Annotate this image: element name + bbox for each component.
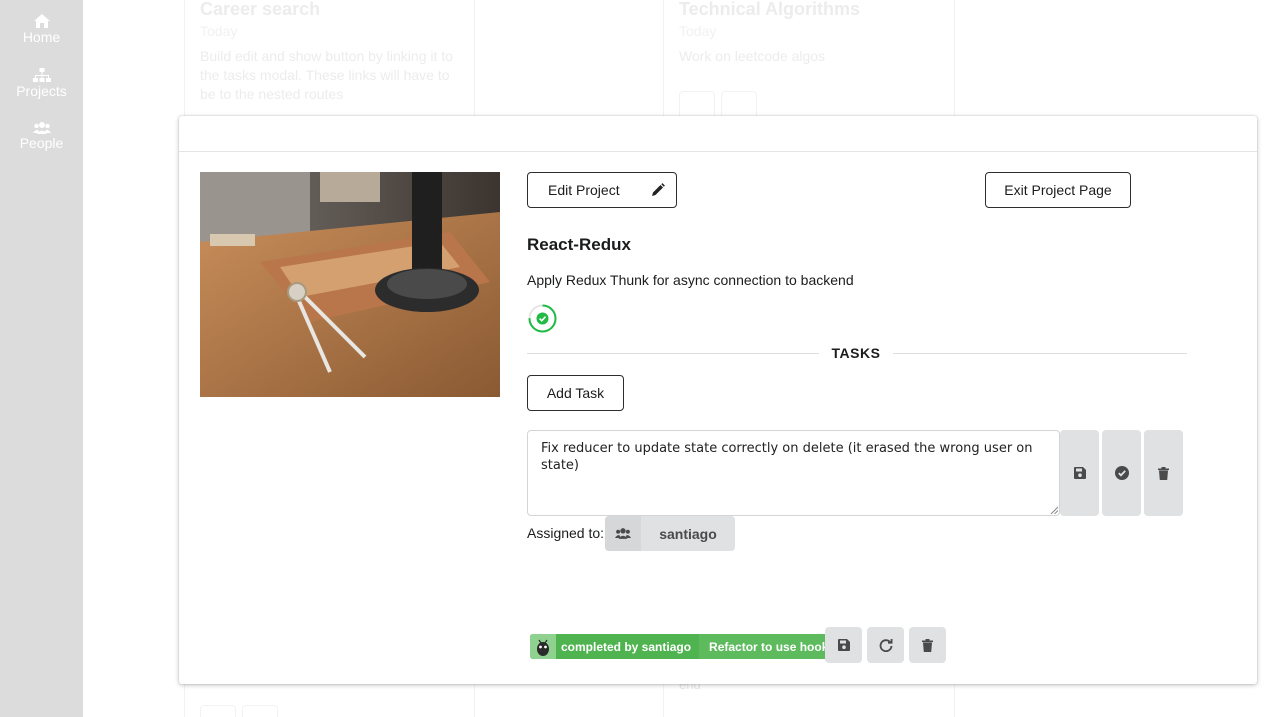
card-date: Today xyxy=(679,23,717,39)
redo-task-button[interactable] xyxy=(867,627,904,663)
complete-task-button[interactable] xyxy=(1102,430,1141,516)
card-delete-button[interactable] xyxy=(242,705,278,717)
sidebar-item-projects[interactable]: Projects xyxy=(0,68,83,99)
task-description-input[interactable]: Fix reducer to update state correctly on… xyxy=(527,430,1060,516)
card-description: Build edit and show button by linking it… xyxy=(200,48,453,102)
divider xyxy=(893,353,1187,354)
divider xyxy=(527,353,819,354)
edit-project-label: Edit Project xyxy=(548,182,620,198)
users-icon xyxy=(605,516,641,551)
home-icon xyxy=(33,14,50,28)
save-completed-task-button[interactable] xyxy=(825,627,862,663)
project-title: React-Redux xyxy=(527,235,631,254)
tasks-heading: TASKS xyxy=(831,345,881,361)
edit-project-button[interactable]: Edit Project xyxy=(527,172,677,208)
sidebar-item-label: People xyxy=(19,135,64,151)
sidebar: Home Projects People xyxy=(0,0,83,717)
project-description: Apply Redux Thunk for async connection t… xyxy=(527,272,854,288)
sidebar-item-label: Home xyxy=(22,29,61,45)
delete-completed-task-button[interactable] xyxy=(909,627,946,663)
completed-task-label: completed by santiago Refactor to use ho… xyxy=(530,634,846,659)
trash-icon xyxy=(1158,466,1169,480)
project-modal: Edit Project Exit Project Page React-Red… xyxy=(179,116,1257,684)
add-task-button[interactable]: Add Task xyxy=(527,375,624,411)
save-icon xyxy=(837,639,850,651)
project-image xyxy=(200,172,500,397)
exit-project-button[interactable]: Exit Project Page xyxy=(985,172,1131,208)
save-task-button[interactable] xyxy=(1060,430,1099,516)
card-description: Work on leetcode algos xyxy=(679,48,826,64)
trash-icon xyxy=(922,638,933,652)
card-title: Technical Algorithms xyxy=(679,0,861,19)
redo-icon xyxy=(879,639,892,652)
assignee-name: santiago xyxy=(659,525,717,542)
sidebar-item-home[interactable]: Home xyxy=(0,14,83,45)
card-date: Today xyxy=(200,23,238,39)
delete-task-button[interactable] xyxy=(1144,430,1183,516)
assigned-to-label: Assigned to: xyxy=(527,525,605,541)
sidebar-item-label: Projects xyxy=(16,83,67,99)
assignee-button[interactable]: santiago xyxy=(605,516,735,551)
check-circle-icon xyxy=(1114,466,1129,480)
sitemap-icon xyxy=(32,68,51,82)
card-edit-button[interactable] xyxy=(200,705,236,717)
resize-handle-icon[interactable] xyxy=(1050,506,1058,514)
completed-task-name: Refactor to use hooks xyxy=(699,634,846,659)
card-title: Career search xyxy=(200,0,321,19)
users-icon xyxy=(32,122,51,134)
avatar xyxy=(530,634,556,659)
sidebar-item-people[interactable]: People xyxy=(0,122,83,151)
workshop-photo xyxy=(200,172,500,397)
pencil-icon xyxy=(640,173,676,207)
completed-by-text: completed by santiago xyxy=(561,639,692,654)
progress-indicator xyxy=(527,303,558,334)
modal-header xyxy=(179,116,1257,152)
save-icon xyxy=(1073,467,1086,479)
